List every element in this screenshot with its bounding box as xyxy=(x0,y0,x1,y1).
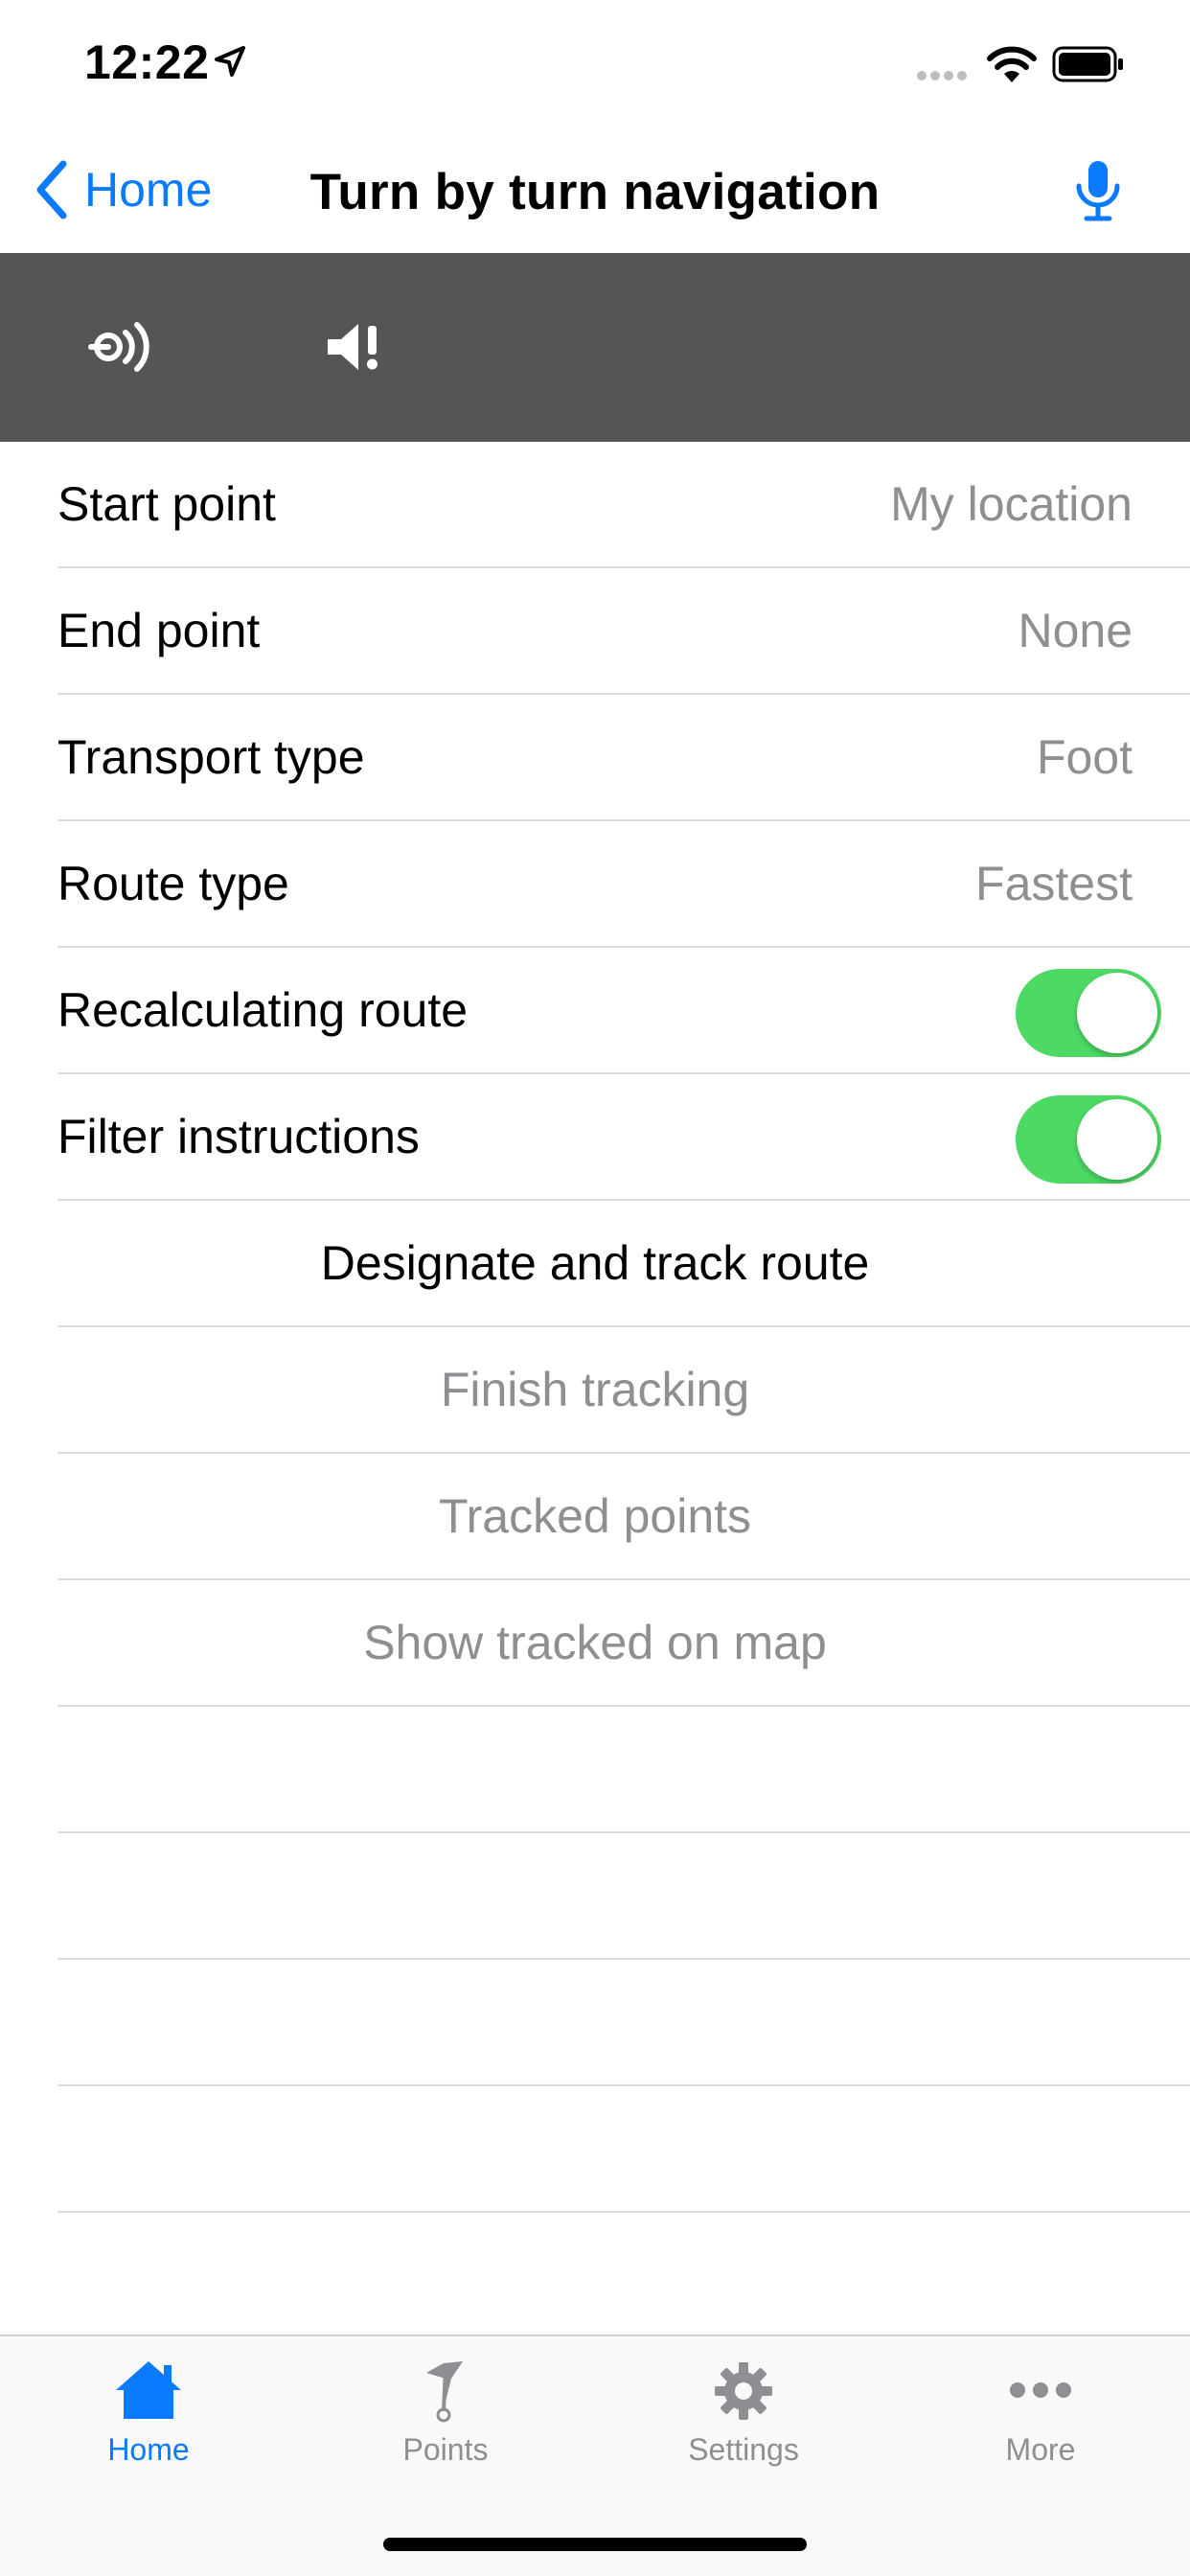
finish-tracking-label: Finish tracking xyxy=(440,1363,750,1416)
flag-icon xyxy=(426,2361,463,2423)
status-bar: 12:22 xyxy=(0,0,1190,126)
finish-tracking-button[interactable]: Finish tracking xyxy=(57,1327,1190,1454)
empty-row xyxy=(57,1960,1190,2086)
battery-icon xyxy=(1052,46,1123,82)
wifi-icon xyxy=(987,46,1037,82)
recalculating-route-toggle[interactable] xyxy=(1016,969,1161,1057)
end-point-label: End point xyxy=(57,604,261,657)
tracked-points-button[interactable]: Tracked points xyxy=(57,1454,1190,1580)
route-type-label: Route type xyxy=(57,857,289,910)
action-toolbar xyxy=(0,253,1190,442)
start-point-row[interactable]: Start point My location xyxy=(57,442,1190,568)
end-point-value: None xyxy=(1018,604,1133,657)
route-type-value: Fastest xyxy=(975,857,1133,910)
tab-more-label: More xyxy=(1005,2432,1076,2467)
settings-list: Start point My location End point None T… xyxy=(0,442,1190,2213)
gear-icon xyxy=(715,2362,772,2420)
designate-route-label: Designate and track route xyxy=(320,1236,870,1290)
start-point-label: Start point xyxy=(57,477,276,531)
transport-type-value: Foot xyxy=(1036,730,1133,784)
filter-instructions-label: Filter instructions xyxy=(57,1110,420,1163)
ellipsis-icon xyxy=(1010,2382,1071,2398)
tab-more[interactable]: More xyxy=(926,2358,1156,2501)
microphone-icon[interactable] xyxy=(1069,159,1127,222)
home-indicator xyxy=(383,2538,807,2551)
filter-instructions-toggle[interactable] xyxy=(1016,1095,1161,1184)
audio-beacon-icon xyxy=(88,322,149,372)
recalculating-route-row: Recalculating route xyxy=(57,948,1190,1074)
start-point-value: My location xyxy=(890,477,1133,531)
show-on-map-label: Show tracked on map xyxy=(363,1616,827,1669)
empty-row xyxy=(57,2086,1190,2213)
speaker-alert-button[interactable] xyxy=(307,299,402,395)
toggle-knob xyxy=(1077,1099,1157,1180)
designate-route-button[interactable]: Designate and track route xyxy=(57,1201,1190,1327)
tab-home-label: Home xyxy=(107,2432,190,2467)
cellular-signal-icon xyxy=(917,71,967,80)
transport-type-row[interactable]: Transport type Foot xyxy=(57,695,1190,821)
status-time: 12:22 xyxy=(84,35,210,89)
filter-instructions-row: Filter instructions xyxy=(57,1074,1190,1201)
tab-settings-label: Settings xyxy=(688,2432,799,2467)
audio-beacon-button[interactable] xyxy=(71,299,167,395)
tab-settings[interactable]: Settings xyxy=(629,2358,858,2501)
tab-points-label: Points xyxy=(402,2432,489,2467)
tab-points[interactable]: Points xyxy=(331,2358,561,2501)
navigation-bar: Home Turn by turn navigation xyxy=(0,126,1190,253)
speaker-alert-icon xyxy=(328,324,378,370)
tab-home[interactable]: Home xyxy=(34,2358,263,2501)
transport-type-label: Transport type xyxy=(57,730,365,784)
recalculating-route-label: Recalculating route xyxy=(57,983,469,1037)
house-icon xyxy=(116,2361,181,2419)
show-on-map-button[interactable]: Show tracked on map xyxy=(57,1580,1190,1707)
tracked-points-label: Tracked points xyxy=(438,1489,752,1543)
screen: 12:22 Home Turn by turn navigation Start… xyxy=(0,0,1190,2576)
toggle-knob xyxy=(1077,973,1157,1053)
location-arrow-icon xyxy=(215,46,245,77)
route-type-row[interactable]: Route type Fastest xyxy=(57,821,1190,948)
page-title: Turn by turn navigation xyxy=(309,164,881,220)
empty-row xyxy=(57,1833,1190,1960)
end-point-row[interactable]: End point None xyxy=(57,568,1190,695)
empty-row xyxy=(57,1707,1190,1833)
